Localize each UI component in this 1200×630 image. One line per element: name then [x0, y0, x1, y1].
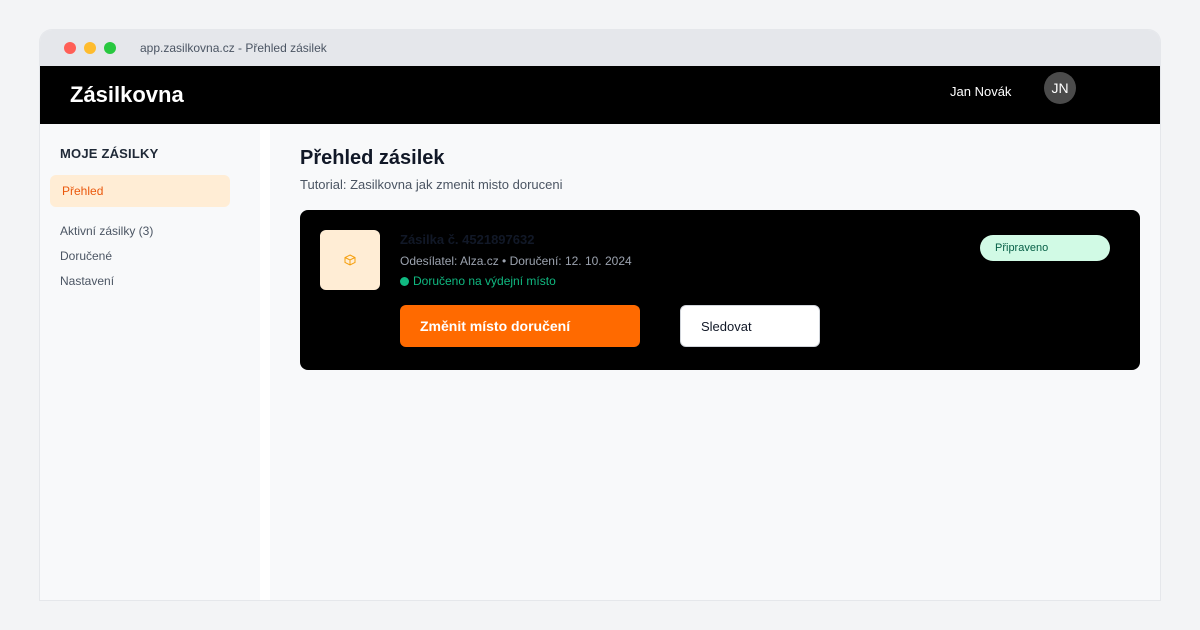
sidebar-item-dorucene[interactable]: Doručené — [60, 249, 112, 263]
sidebar-divider — [260, 124, 270, 600]
status-badge: Připraveno — [980, 235, 1110, 261]
sidebar-item-prehled[interactable]: Přehled — [50, 175, 230, 207]
brand-logo[interactable]: Zásilkovna — [70, 83, 184, 107]
package-icon — [344, 254, 356, 266]
track-button[interactable]: Sledovat — [680, 305, 820, 347]
sidebar-item-nastaveni[interactable]: Nastavení — [60, 274, 114, 288]
sidebar: MOJE ZÁSILKY Přehled Aktivní zásilky (3)… — [40, 124, 260, 600]
status-dot-icon — [400, 277, 409, 286]
avatar[interactable]: JN — [1044, 72, 1076, 104]
app-header: Zásilkovna Jan Novák JN — [40, 66, 1160, 124]
package-status-text: Doručeno na výdejní místo — [413, 274, 556, 288]
browser-chrome: app.zasilkovna.cz - Přehled zásilek — [40, 30, 1160, 66]
page-subtitle: Tutorial: Zasilkovna jak zmenit misto do… — [300, 177, 563, 192]
browser-window: app.zasilkovna.cz - Přehled zásilek Zási… — [40, 30, 1160, 600]
maximize-window-icon[interactable] — [104, 42, 116, 54]
minimize-window-icon[interactable] — [84, 42, 96, 54]
package-meta: Odesílatel: Alza.cz • Doručení: 12. 10. … — [400, 254, 632, 268]
change-delivery-place-button[interactable]: Změnit místo doručení — [400, 305, 640, 347]
sidebar-item-label: Přehled — [62, 184, 104, 198]
close-window-icon[interactable] — [64, 42, 76, 54]
package-card: Zásilka č. 4521897632 Odesílatel: Alza.c… — [300, 210, 1140, 370]
page-title: Přehled zásilek — [300, 147, 445, 169]
user-name[interactable]: Jan Novák — [950, 84, 1011, 100]
package-status: Doručeno na výdejní místo — [400, 274, 556, 288]
sidebar-heading: MOJE ZÁSILKY — [60, 146, 159, 161]
sidebar-item-aktivni-zasilky[interactable]: Aktivní zásilky (3) — [60, 224, 153, 238]
package-title: Zásilka č. 4521897632 — [400, 232, 535, 247]
address-bar[interactable]: app.zasilkovna.cz - Přehled zásilek — [140, 41, 327, 55]
package-thumbnail — [320, 230, 380, 290]
